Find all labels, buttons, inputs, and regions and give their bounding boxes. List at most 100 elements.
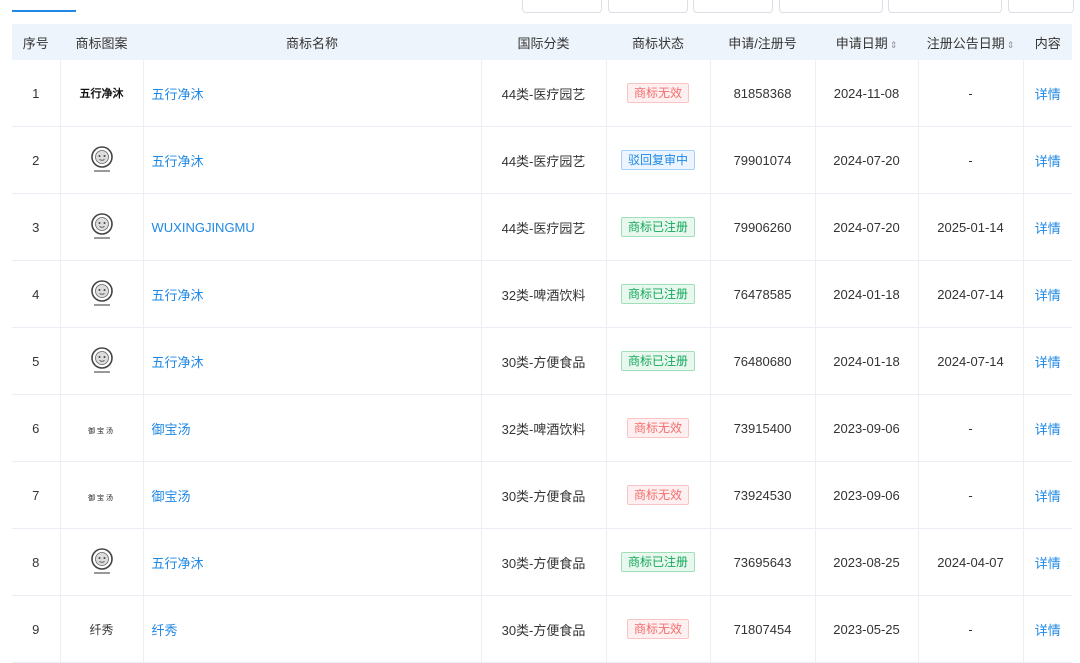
detail-cell: 详情 (1023, 394, 1072, 462)
trademark-status-cell: 商标无效 (606, 394, 711, 462)
row-index: 7 (12, 461, 61, 529)
status-badge: 商标无效 (626, 619, 689, 639)
trademark-name-link[interactable]: 五行净沐 (152, 355, 204, 370)
detail-link[interactable]: 详情 (1035, 422, 1061, 437)
trademark-name-link[interactable]: 五行净沐 (152, 154, 204, 169)
trademark-name-link[interactable]: 五行净沐 (152, 556, 204, 571)
trademark-name-cell: 纤秀 (143, 595, 482, 663)
trademark-class: 30类-方便食品 (481, 327, 607, 395)
publication-date: - (918, 461, 1024, 529)
registration-number: 71807454 (710, 595, 816, 663)
detail-cell: 详情 (1023, 595, 1072, 663)
table-row: 1 五行净沐 五行净沐 44类-医疗园艺 商标无效 81858368 2024-11-08-… (12, 60, 1072, 127)
row-index: 4 (12, 260, 61, 328)
toolbar-button-4[interactable] (779, 0, 883, 13)
apply-date: 2023-09-06 (815, 394, 919, 462)
detail-link[interactable]: 详情 (1035, 623, 1061, 638)
trademark-name-cell: 御宝汤 (143, 394, 482, 462)
trademark-name-cell: 五行净沐 (143, 60, 482, 127)
table-row: 3 WUXINGJINGMU 44类-医疗园艺 商标已注册 79906260 2024-0… (12, 193, 1072, 261)
trademark-status-cell: 驳回复审中 (606, 126, 711, 194)
trademark-name-link[interactable]: 御宝汤 (152, 489, 191, 504)
status-badge: 驳回复审中 (620, 150, 695, 170)
trademark-name-link[interactable]: WUXINGJINGMU (152, 220, 255, 235)
header-class: 国际分类 (481, 24, 607, 60)
detail-link[interactable]: 详情 (1035, 288, 1061, 303)
toolbar-button-3[interactable] (693, 0, 773, 13)
trademark-class: 44类-医疗园艺 (481, 126, 607, 194)
detail-link[interactable]: 详情 (1035, 355, 1061, 370)
trademark-status-cell: 商标已注册 (606, 327, 711, 395)
status-badge: 商标无效 (626, 485, 689, 505)
registration-number: 79906260 (710, 193, 816, 261)
toolbar-button-5[interactable] (888, 0, 1002, 13)
trademark-status-cell: 商标已注册 (606, 193, 711, 261)
table-row: 9 纤秀 纤秀 30类-方便食品 商标无效 71807454 2023-05-25- 详情 (12, 595, 1072, 663)
detail-link[interactable]: 详情 (1035, 154, 1061, 169)
registration-number: 73924530 (710, 461, 816, 529)
trademark-class: 30类-方便食品 (481, 528, 607, 596)
trademark-logo (60, 528, 144, 596)
row-index: 5 (12, 327, 61, 395)
detail-link[interactable]: 详情 (1035, 556, 1061, 571)
trademark-logo (60, 193, 144, 261)
trademark-name-cell: 五行净沐 (143, 126, 482, 194)
row-index: 3 (12, 193, 61, 261)
trademark-class: 32类-啤酒饮料 (481, 394, 607, 462)
trademark-name-cell: WUXINGJINGMU (143, 193, 482, 261)
trademark-name-link[interactable]: 五行净沐 (152, 87, 204, 102)
sort-icon[interactable]: ⇕ (890, 40, 898, 50)
header-pub-date[interactable]: 注册公告日期 ⇕ (918, 24, 1024, 60)
active-tab-indicator (12, 10, 76, 12)
trademark-name-cell: 五行净沐 (143, 260, 482, 328)
trademark-class: 44类-医疗园艺 (481, 60, 607, 127)
trademark-logo: 纤秀 (60, 595, 144, 663)
publication-date: 2024-07-14 (918, 327, 1024, 395)
table-row: 5 五行净沐 30类-方便食品 商标已注册 76480680 2024-01-18 2024… (12, 327, 1072, 395)
trademark-logo-icon (90, 347, 113, 373)
status-badge: 商标无效 (626, 83, 689, 103)
publication-date: 2024-07-14 (918, 260, 1024, 328)
trademark-class: 32类-啤酒饮料 (481, 260, 607, 328)
status-badge: 商标已注册 (620, 552, 695, 572)
status-badge: 商标已注册 (620, 217, 695, 237)
detail-cell: 详情 (1023, 461, 1072, 529)
trademark-name-link[interactable]: 御宝汤 (152, 422, 191, 437)
apply-date: 2023-05-25 (815, 595, 919, 663)
table-header-row: 序号 商标图案 商标名称 国际分类 商标状态 申请/注册号 申请日期 ⇕ 注册公告… (12, 24, 1072, 60)
toolbar-button-6[interactable] (1008, 0, 1074, 13)
apply-date: 2024-01-18 (815, 327, 919, 395)
trademark-name-link[interactable]: 五行净沐 (152, 288, 204, 303)
header-index: 序号 (12, 24, 61, 60)
table-row: 7 御宝汤 御宝汤 30类-方便食品 商标无效 73924530 2023-09-06- 详情 (12, 461, 1072, 529)
trademark-logo-text: 五行净沐 (79, 88, 124, 100)
trademark-logo-icon (90, 146, 113, 172)
sort-icon[interactable]: ⇕ (1007, 40, 1015, 50)
trademark-name-cell: 五行净沐 (143, 528, 482, 596)
header-apply-date-label: 申请日期 (835, 35, 888, 51)
toolbar-button-1[interactable] (522, 0, 602, 13)
apply-date: 2024-07-20 (815, 193, 919, 261)
detail-link[interactable]: 详情 (1035, 87, 1061, 102)
registration-number: 73695643 (710, 528, 816, 596)
trademark-class: 44类-医疗园艺 (481, 193, 607, 261)
trademark-status-cell: 商标已注册 (606, 260, 711, 328)
trademark-logo-text: 御宝汤 (88, 427, 115, 435)
detail-link[interactable]: 详情 (1035, 221, 1061, 236)
detail-link[interactable]: 详情 (1035, 489, 1061, 504)
header-apply-date[interactable]: 申请日期 ⇕ (815, 24, 919, 60)
apply-date: 2023-08-25 (815, 528, 919, 596)
trademark-name-cell: 五行净沐 (143, 327, 482, 395)
row-index: 9 (12, 595, 61, 663)
trademark-status-cell: 商标无效 (606, 595, 711, 663)
trademark-logo-text: 御宝汤 (88, 494, 115, 502)
trademark-name-link[interactable]: 纤秀 (152, 623, 178, 638)
trademark-logo: 御宝汤 (60, 461, 144, 529)
trademark-table: 序号 商标图案 商标名称 国际分类 商标状态 申请/注册号 申请日期 ⇕ 注册公告… (12, 24, 1072, 663)
trademark-status-cell: 商标无效 (606, 60, 711, 127)
detail-cell: 详情 (1023, 126, 1072, 194)
registration-number: 76478585 (710, 260, 816, 328)
trademark-logo (60, 260, 144, 328)
toolbar-button-2[interactable] (608, 0, 688, 13)
header-reg-no: 申请/注册号 (710, 24, 816, 60)
